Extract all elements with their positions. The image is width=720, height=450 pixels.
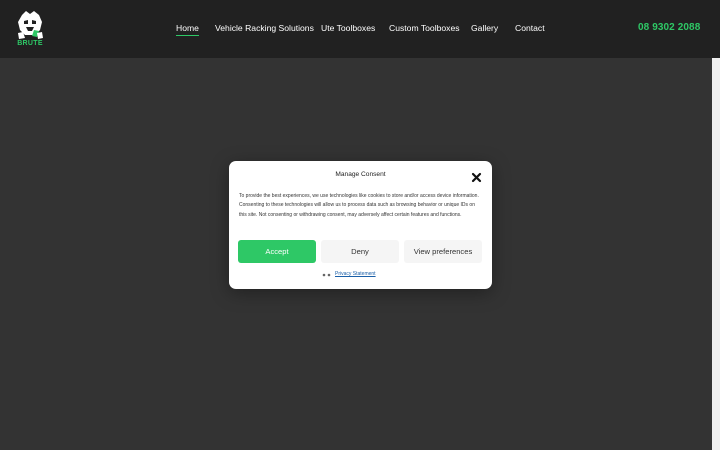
privacy-statement-link[interactable]: Privacy Statement xyxy=(335,271,376,277)
nav-ute-toolboxes[interactable]: Ute Toolboxes xyxy=(321,23,375,33)
bulldog-logo-icon xyxy=(18,11,43,39)
site-header: BRUTE Home Vehicle Racking Solutions Ute… xyxy=(0,0,720,58)
consent-description: To provide the best experiences, we use … xyxy=(239,193,479,218)
nav-home[interactable]: Home xyxy=(176,23,199,36)
phone-number[interactable]: 08 9302 2088 xyxy=(638,22,700,33)
nav-vehicle-racking[interactable]: Vehicle Racking Solutions xyxy=(215,23,314,33)
nav-gallery[interactable]: Gallery xyxy=(471,23,498,33)
page-scrollbar[interactable] xyxy=(712,58,720,450)
consent-title: Manage Consent xyxy=(335,171,386,178)
consent-dialog: Manage Consent To provide the best exper… xyxy=(229,161,492,289)
brand-logo[interactable]: BRUTE xyxy=(13,9,47,49)
view-preferences-button[interactable]: View preferences xyxy=(404,240,482,263)
nav-contact[interactable]: Contact xyxy=(515,23,545,33)
dots-icon xyxy=(322,273,331,277)
accept-button[interactable]: Accept xyxy=(238,240,316,263)
deny-button[interactable]: Deny xyxy=(321,240,399,263)
close-button[interactable] xyxy=(471,170,482,183)
nav-custom-toolboxes[interactable]: Custom Toolboxes xyxy=(389,23,460,33)
close-icon xyxy=(471,172,482,183)
logo-wordmark: BRUTE xyxy=(17,40,43,47)
